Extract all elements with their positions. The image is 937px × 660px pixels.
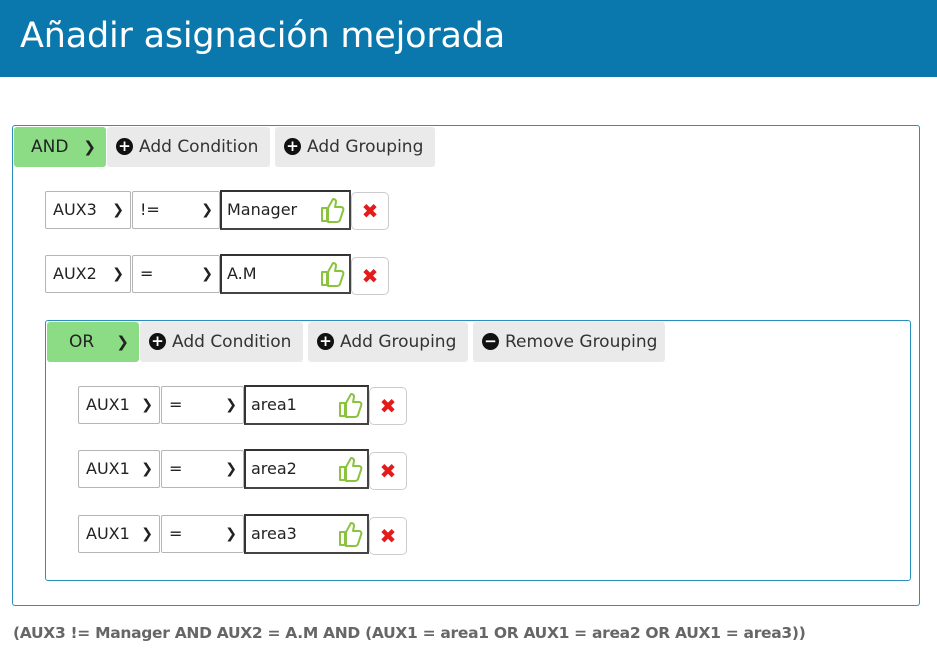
- thumbs-up-icon: [339, 393, 363, 418]
- condition-field-value: AUX2: [53, 264, 97, 283]
- query-summary: (AUX3 != Manager AND AUX2 = A.M AND (AUX…: [13, 624, 806, 642]
- plus-circle-icon: +: [284, 138, 301, 155]
- delete-condition-button[interactable]: ✖: [351, 192, 389, 230]
- condition-field-select[interactable]: AUX1 ❯: [78, 515, 160, 553]
- condition-value-text: area1: [251, 395, 297, 414]
- delete-condition-button[interactable]: ✖: [369, 452, 407, 490]
- add-condition-label: Add Condition: [139, 137, 259, 157]
- thumbs-up-icon: [339, 522, 363, 547]
- condition-value-text: Manager: [227, 200, 298, 219]
- plus-circle-icon: +: [116, 138, 133, 155]
- condition-field-select[interactable]: AUX3 ❯: [45, 191, 131, 229]
- chevron-down-icon: ❯: [83, 138, 96, 156]
- delete-condition-button[interactable]: ✖: [351, 257, 389, 295]
- close-icon: ✖: [379, 459, 397, 483]
- condition-value-input[interactable]: Manager: [220, 190, 351, 230]
- chevron-down-icon: ❯: [112, 266, 124, 282]
- minus-circle-icon: −: [482, 333, 499, 350]
- page-title: Añadir asignación mejorada: [20, 16, 506, 56]
- close-icon: ✖: [361, 199, 379, 223]
- add-condition-button[interactable]: + Add Condition: [140, 322, 303, 362]
- add-grouping-label: Add Grouping: [340, 332, 457, 352]
- condition-operator-select[interactable]: = ❯: [161, 450, 244, 488]
- condition-field-select[interactable]: AUX1 ❯: [78, 386, 160, 424]
- condition-operator-select[interactable]: = ❯: [161, 386, 244, 424]
- condition-field-value: AUX1: [86, 395, 130, 414]
- condition-field-select[interactable]: AUX1 ❯: [78, 450, 160, 488]
- add-grouping-button[interactable]: + Add Grouping: [308, 322, 468, 362]
- chevron-down-icon: ❯: [141, 461, 153, 477]
- group-operator-value: AND: [31, 137, 69, 157]
- condition-field-select[interactable]: AUX2 ❯: [45, 255, 131, 293]
- chevron-down-icon: ❯: [225, 461, 237, 477]
- condition-value-input[interactable]: A.M: [220, 254, 351, 294]
- chevron-down-icon: ❯: [116, 333, 129, 351]
- group-operator-select[interactable]: AND ❯: [14, 127, 106, 167]
- condition-value-input[interactable]: area2: [244, 449, 369, 489]
- condition-operator-select[interactable]: != ❯: [132, 191, 220, 229]
- close-icon: ✖: [379, 524, 397, 548]
- thumbs-up-icon: [339, 457, 363, 482]
- condition-field-value: AUX3: [53, 200, 97, 219]
- group-operator-value: OR: [69, 332, 95, 352]
- chevron-down-icon: ❯: [141, 397, 153, 413]
- chevron-down-icon: ❯: [201, 266, 213, 282]
- delete-condition-button[interactable]: ✖: [369, 517, 407, 555]
- page-header: Añadir asignación mejorada: [0, 0, 937, 77]
- delete-condition-button[interactable]: ✖: [369, 387, 407, 425]
- add-grouping-label: Add Grouping: [307, 137, 424, 157]
- add-grouping-button[interactable]: + Add Grouping: [275, 127, 435, 167]
- thumbs-up-icon: [321, 262, 345, 287]
- condition-value-text: A.M: [227, 264, 257, 283]
- plus-circle-icon: +: [149, 333, 166, 350]
- condition-field-value: AUX1: [86, 459, 130, 478]
- condition-operator-value: =: [169, 459, 183, 478]
- remove-grouping-label: Remove Grouping: [505, 332, 658, 352]
- condition-value-text: area3: [251, 524, 297, 543]
- remove-grouping-button[interactable]: − Remove Grouping: [473, 322, 665, 362]
- condition-operator-select[interactable]: = ❯: [132, 255, 220, 293]
- condition-field-value: AUX1: [86, 524, 130, 543]
- group-operator-select[interactable]: OR ❯: [47, 322, 139, 362]
- chevron-down-icon: ❯: [225, 397, 237, 413]
- plus-circle-icon: +: [317, 333, 334, 350]
- condition-value-input[interactable]: area1: [244, 385, 369, 425]
- close-icon: ✖: [361, 264, 379, 288]
- thumbs-up-icon: [321, 198, 345, 223]
- add-condition-button[interactable]: + Add Condition: [107, 127, 270, 167]
- condition-operator-value: =: [140, 264, 154, 283]
- chevron-down-icon: ❯: [201, 202, 213, 218]
- condition-operator-select[interactable]: = ❯: [161, 515, 244, 553]
- condition-operator-value: =: [169, 524, 183, 543]
- close-icon: ✖: [379, 394, 397, 418]
- chevron-down-icon: ❯: [141, 526, 153, 542]
- chevron-down-icon: ❯: [225, 526, 237, 542]
- condition-operator-value: !=: [140, 200, 160, 219]
- chevron-down-icon: ❯: [112, 202, 124, 218]
- condition-value-text: area2: [251, 459, 297, 478]
- add-condition-label: Add Condition: [172, 332, 292, 352]
- condition-value-input[interactable]: area3: [244, 514, 369, 554]
- condition-operator-value: =: [169, 395, 183, 414]
